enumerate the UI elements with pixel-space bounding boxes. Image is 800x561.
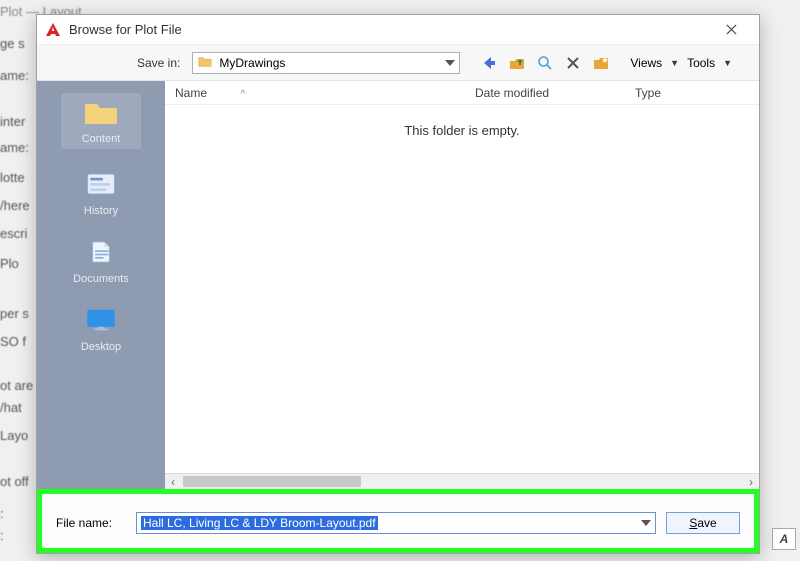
sidebar-item-desktop[interactable]: Desktop — [61, 305, 141, 353]
autocad-app-icon — [45, 22, 61, 38]
browse-plot-file-dialog: Browse for Plot File Save in: MyDrawings — [36, 14, 760, 554]
toolbar-right: Views ▼ Tools ▼ — [628, 56, 732, 70]
history-icon — [83, 169, 119, 199]
desktop-icon — [83, 305, 119, 335]
sidebar-item-label: History — [84, 205, 118, 217]
dialog-body: Content History Documents Desktop — [37, 81, 759, 489]
column-date-modified[interactable]: Date modified — [475, 86, 635, 100]
delete-button[interactable] — [562, 52, 584, 74]
side-a-button[interactable]: A — [772, 528, 796, 550]
close-button[interactable] — [711, 17, 751, 43]
chevron-down-icon — [445, 60, 455, 66]
file-name-input[interactable]: Hall LC, Living LC & LDY Broom-Layout.pd… — [136, 512, 656, 534]
column-name[interactable]: Name ^ — [175, 86, 475, 100]
search-web-button[interactable] — [534, 52, 556, 74]
save-in-label: Save in: — [137, 56, 180, 70]
save-in-dropdown[interactable]: MyDrawings — [192, 52, 460, 74]
sidebar-item-documents[interactable]: Documents — [61, 237, 141, 285]
titlebar: Browse for Plot File — [37, 15, 759, 45]
documents-icon — [83, 237, 119, 267]
scrollbar-thumb[interactable] — [183, 476, 361, 487]
dialog-title: Browse for Plot File — [69, 22, 711, 37]
up-one-level-button[interactable] — [506, 52, 528, 74]
sort-indicator-icon: ^ — [240, 89, 245, 100]
nav-icon-group — [478, 52, 612, 74]
views-menu[interactable]: Views — [628, 56, 664, 70]
toolbar: Save in: MyDrawings — [37, 45, 759, 81]
sidebar-item-label: Content — [82, 133, 121, 145]
places-sidebar: Content History Documents Desktop — [37, 81, 165, 489]
tools-chevron-icon: ▼ — [723, 58, 732, 68]
scroll-right-icon[interactable]: › — [743, 474, 759, 489]
chevron-down-icon[interactable] — [641, 520, 651, 526]
sidebar-item-label: Documents — [73, 273, 129, 285]
folder-icon — [83, 97, 119, 127]
folder-icon — [197, 55, 213, 71]
new-folder-button[interactable] — [590, 52, 612, 74]
file-list-area: Name ^ Date modified Type This folder is… — [165, 81, 759, 489]
file-name-label: File name: — [56, 516, 126, 530]
column-headers: Name ^ Date modified Type — [165, 81, 759, 105]
empty-folder-message: This folder is empty. — [165, 123, 759, 138]
tools-menu[interactable]: Tools — [685, 56, 717, 70]
views-chevron-icon: ▼ — [670, 58, 679, 68]
save-button[interactable]: Save — [666, 512, 740, 534]
save-in-value: MyDrawings — [219, 56, 445, 70]
file-name-section: File name: Hall LC, Living LC & LDY Broo… — [37, 489, 759, 553]
back-button[interactable] — [478, 52, 500, 74]
sidebar-item-label: Desktop — [81, 341, 121, 353]
file-name-value: Hall LC, Living LC & LDY Broom-Layout.pd… — [141, 516, 378, 530]
scroll-left-icon[interactable]: ‹ — [165, 474, 181, 489]
sidebar-item-content[interactable]: Content — [61, 93, 141, 149]
sidebar-item-history[interactable]: History — [61, 169, 141, 217]
column-type[interactable]: Type — [635, 86, 749, 100]
file-list[interactable]: This folder is empty. ‹ › — [165, 105, 759, 489]
horizontal-scrollbar[interactable]: ‹ › — [165, 473, 759, 489]
